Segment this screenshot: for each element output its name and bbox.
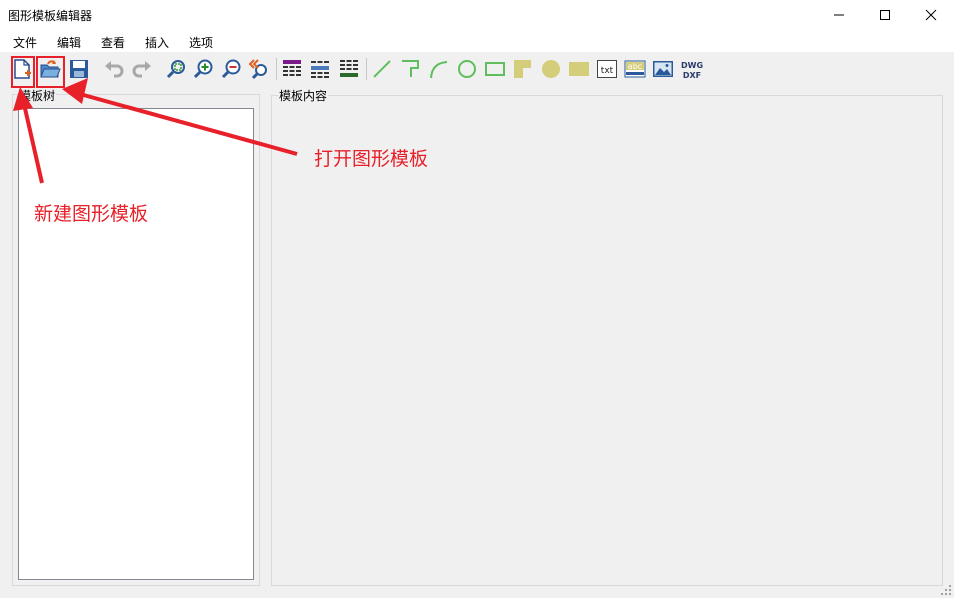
text-icon-label: txt (601, 66, 614, 76)
toolbar-separator (276, 58, 277, 80)
rectangle-icon (485, 62, 505, 76)
draw-filled-polygon-button[interactable] (511, 57, 535, 81)
filled-polygon-icon (514, 60, 531, 78)
table-style-1-button[interactable] (280, 57, 304, 81)
table-blue-icon (311, 61, 329, 78)
line-icon (373, 60, 391, 78)
dwg-label: DWG (681, 61, 703, 70)
filled-circle-icon (542, 60, 560, 78)
import-dwg-dxf-button[interactable]: DWG DXF (679, 57, 705, 81)
maximize-button[interactable] (862, 0, 908, 30)
undo-icon (105, 61, 124, 78)
zoom-out-button[interactable] (219, 57, 243, 81)
abc-icon-label: abc (628, 62, 642, 71)
menu-edit[interactable]: 编辑 (57, 34, 81, 51)
abc-field-icon: abc (624, 60, 646, 78)
menu-view[interactable]: 查看 (101, 34, 125, 51)
menu-insert[interactable]: 插入 (145, 34, 169, 51)
toolbar: txt abc DWG DXF (0, 52, 954, 86)
save-icon (70, 60, 88, 78)
undo-button[interactable] (102, 57, 126, 81)
draw-circle-button[interactable] (455, 57, 479, 81)
arc-icon (430, 61, 448, 79)
insert-image-button[interactable] (651, 57, 675, 81)
minimize-button[interactable] (816, 0, 862, 30)
zoom-previous-button[interactable] (246, 57, 270, 81)
image-icon (653, 61, 673, 77)
maximize-icon (880, 10, 890, 20)
polyline-icon (402, 60, 419, 77)
window-title: 图形模板编辑器 (8, 9, 93, 23)
insert-textfield-button[interactable]: abc (623, 57, 647, 81)
new-button-highlight (11, 56, 35, 88)
menu-bar: 文件 编辑 查看 插入 选项 (0, 30, 954, 52)
redo-icon (132, 61, 151, 78)
dwg-dxf-icon: DWG DXF (681, 61, 703, 80)
insert-text-button[interactable]: txt (595, 57, 619, 81)
open-annotation-text: 打开图形模板 (314, 148, 429, 170)
open-button-highlight (36, 56, 65, 88)
zoom-in-icon (193, 59, 213, 79)
zoom-fit-icon (166, 60, 185, 79)
template-tree-label: 模板树 (18, 87, 57, 104)
draw-filled-rectangle-button[interactable] (567, 57, 591, 81)
resize-grip-icon[interactable] (940, 584, 952, 596)
menu-options[interactable]: 选项 (189, 34, 213, 51)
redo-button[interactable] (130, 57, 154, 81)
toolbar-separator (366, 58, 367, 80)
table-style-3-button[interactable] (337, 57, 361, 81)
menu-file[interactable]: 文件 (13, 34, 37, 51)
close-button[interactable] (908, 0, 954, 30)
draw-arc-button[interactable] (427, 57, 451, 81)
new-annotation-text: 新建图形模板 (34, 203, 149, 225)
minimize-icon (834, 14, 844, 16)
zoom-fit-button[interactable] (164, 57, 188, 81)
template-content-canvas[interactable] (272, 104, 940, 583)
draw-filled-circle-button[interactable] (539, 57, 563, 81)
table-green-icon (340, 60, 358, 77)
zoom-previous-icon (248, 59, 267, 80)
template-content-label: 模板内容 (278, 87, 329, 104)
draw-polyline-button[interactable] (398, 57, 422, 81)
text-icon: txt (597, 60, 617, 78)
close-icon (925, 9, 937, 21)
zoom-out-icon (221, 59, 241, 79)
circle-icon (458, 60, 476, 78)
zoom-in-button[interactable] (191, 57, 215, 81)
draw-rectangle-button[interactable] (483, 57, 507, 81)
dxf-label: DXF (683, 71, 701, 80)
table-style-2-button[interactable] (308, 57, 332, 81)
table-purple-icon (283, 60, 301, 76)
save-button[interactable] (67, 57, 91, 81)
filled-rectangle-icon (569, 62, 589, 76)
title-bar: 图形模板编辑器 (0, 0, 954, 30)
draw-line-button[interactable] (370, 57, 394, 81)
template-tree[interactable] (18, 108, 254, 580)
